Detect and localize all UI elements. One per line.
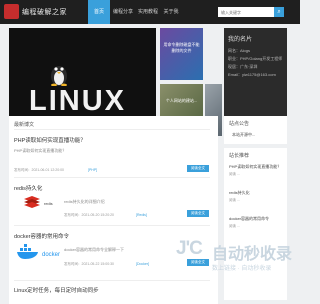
recommended-item[interactable]: PHP读取如何实现直播功能？	[229, 164, 281, 170]
profile-line: 网名：Alogs	[228, 48, 251, 53]
redis-label: redis	[44, 201, 53, 206]
search-input[interactable]	[218, 7, 274, 17]
post-summary: docker容器的常用命令全解释一下	[64, 247, 125, 252]
recommended-item[interactable]: docker容器的常用命令	[229, 216, 269, 222]
nav-item-about[interactable]: 关于我	[160, 0, 182, 24]
search-icon[interactable]: ⌕	[274, 7, 284, 17]
divider	[14, 129, 210, 130]
post-title[interactable]: Linux定时任务，每日定时自动同步	[14, 286, 99, 294]
posts-panel-title: 最新博文	[14, 122, 35, 128]
watermark-logo: J'C	[176, 238, 203, 259]
recommended-item[interactable]: redis持久化	[229, 190, 250, 196]
top-navbar: 编程破解之家 首页 编程分享 实用教程 关于我 ⌕	[0, 0, 300, 24]
announcement-item[interactable]: 本站开源中...	[232, 132, 255, 138]
post-category[interactable]: [PHP]	[88, 168, 97, 172]
docker-label: docker	[42, 252, 61, 258]
post-meta: 发布时间：2021-05-20 15:20:20	[64, 213, 114, 217]
recommended-meta: 阅读 ...	[229, 224, 240, 228]
profile-line: Email：yiw1175@163.com	[228, 72, 276, 77]
post-title[interactable]: PHP读取如何实现直播功能？	[14, 136, 86, 144]
post-summary: PHP读取如何实现直播功能？	[14, 148, 67, 153]
hero-title: LINUX	[29, 85, 126, 117]
profile-line: 现居：广东·深圳	[228, 64, 258, 69]
divider	[14, 225, 210, 226]
read-more-button[interactable]: 阅读全文	[187, 210, 209, 217]
nav-item-home[interactable]: 首页	[88, 0, 110, 24]
post-summary: redis持久化的详细介绍	[64, 199, 105, 204]
post-category[interactable]: [Redis]	[136, 213, 147, 217]
watermark-overlay: J'C 自动秒收录 数上链接 · 自动秒收录	[172, 236, 292, 286]
nav-item-programming[interactable]: 编程分享	[110, 0, 136, 24]
profile-line: 职业：PHP/Golang开发工程师	[228, 56, 283, 61]
watermark-title: 自动秒收录	[212, 246, 293, 263]
recommended-meta: 阅读 ...	[229, 198, 240, 202]
read-more-button[interactable]: 阅读全文	[187, 165, 209, 172]
post-meta: 发布时间：2021-05-22 15:00:30	[64, 262, 114, 266]
thumb-caption: 用命令删除磁盘不能删除的文件	[163, 42, 200, 53]
featured-thumb[interactable]: 用命令删除磁盘不能删除的文件	[160, 28, 203, 80]
watermark-subtitle: 数上链接 · 自动秒收录	[212, 266, 272, 272]
profile-title: 我的名片	[228, 37, 253, 43]
site-logo-icon[interactable]	[4, 4, 19, 19]
docker-logo-icon	[17, 244, 38, 259]
redis-logo-icon	[24, 196, 40, 208]
divider	[14, 177, 210, 178]
nav-item-tutorials[interactable]: 实用教程	[136, 0, 160, 24]
announcement-title: 站点公告	[229, 121, 250, 127]
recommended-title: 站长推荐	[229, 153, 250, 159]
recommended-meta: 阅读 ...	[229, 172, 240, 176]
post-meta: 发布时间：2021-06-01 12:20:00	[14, 168, 64, 172]
post-title[interactable]: redis持久化	[14, 184, 42, 192]
site-name[interactable]: 编程破解之家	[22, 7, 67, 17]
thumb-caption: 个人网站的建站...	[165, 98, 198, 103]
tux-penguin-icon	[51, 66, 67, 86]
post-title[interactable]: docker容器的常用命令	[14, 232, 69, 240]
post-category[interactable]: [Docker]	[136, 262, 149, 266]
